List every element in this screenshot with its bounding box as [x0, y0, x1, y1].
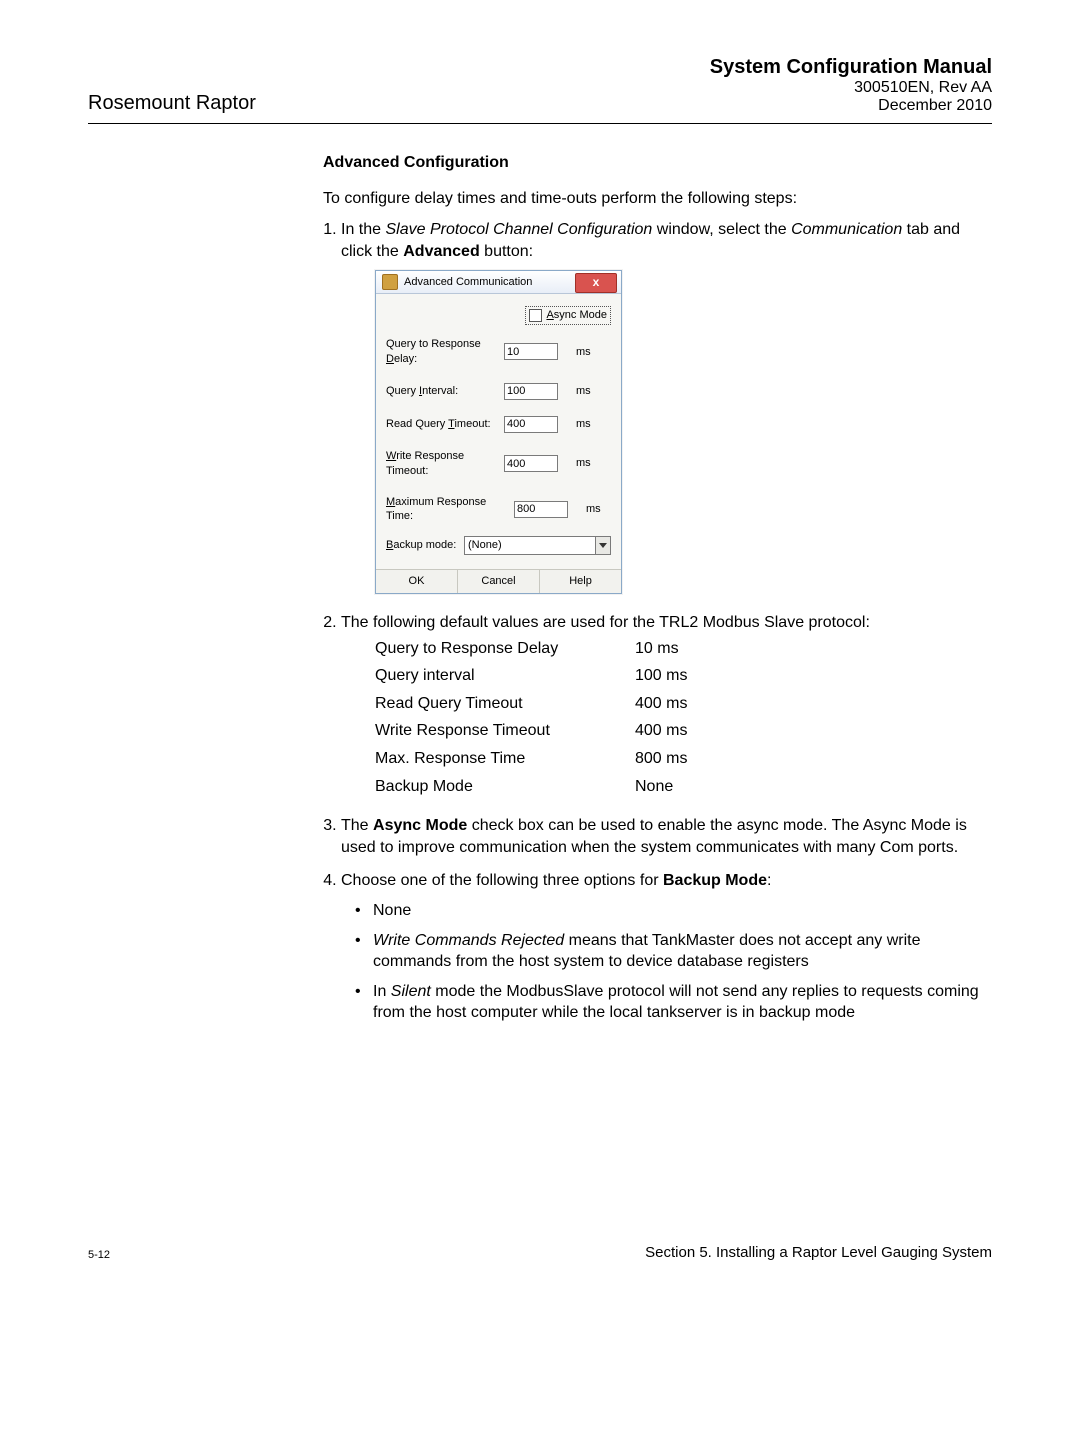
text: :: [767, 872, 771, 889]
table-row: Max. Response Time800 ms: [375, 748, 992, 770]
advanced-communication-dialog: Advanced Communication x AAsync Modesync…: [375, 270, 622, 594]
label: elay:: [394, 353, 417, 365]
text: The following default values are used fo…: [341, 614, 870, 631]
max-response-time-input[interactable]: [514, 501, 568, 518]
label: nterval:: [422, 385, 458, 397]
field-backup-mode: Backup mode: (None): [386, 536, 611, 555]
label: Read Query: [386, 418, 448, 430]
text: The: [341, 817, 373, 834]
steps-list: In the Slave Protocol Channel Configurat…: [341, 219, 992, 1024]
window-icon: [382, 274, 398, 290]
text-bold: Advanced: [403, 243, 479, 260]
param-value: 400 ms: [635, 693, 687, 715]
help-button[interactable]: Help: [540, 570, 621, 593]
text: button:: [480, 243, 533, 260]
text-italic: Communication: [791, 221, 902, 238]
table-row: Write Response Timeout400 ms: [375, 720, 992, 742]
close-button[interactable]: x: [575, 273, 617, 293]
section-heading: Advanced Configuration: [323, 152, 992, 174]
unit: ms: [576, 384, 591, 399]
field-query-response-delay: Query to Response Delay: ms: [386, 337, 611, 367]
param-name: Query to Response Delay: [375, 638, 635, 660]
label: Query: [386, 385, 419, 397]
unit: ms: [576, 417, 591, 432]
field-max-response-time: Maximum Response Time: ms: [386, 495, 611, 525]
intro-text: To configure delay times and time-outs p…: [323, 188, 992, 210]
step-3: The Async Mode check box can be used to …: [341, 815, 992, 858]
param-name: Backup Mode: [375, 776, 635, 798]
unit: ms: [576, 456, 591, 471]
param-value: 10 ms: [635, 638, 679, 660]
field-write-response-timeout: Write Response Timeout: ms: [386, 449, 611, 479]
text: mode the ModbusSlave protocol will not s…: [373, 983, 979, 1022]
text: Choose one of the following three option…: [341, 872, 663, 889]
dialog-title-text: Advanced Communication: [404, 275, 532, 290]
defaults-table: Query to Response Delay10 ms Query inter…: [375, 638, 992, 798]
param-name: Max. Response Time: [375, 748, 635, 770]
write-response-timeout-input[interactable]: [504, 455, 558, 472]
list-item: Write Commands Rejected means that TankM…: [355, 930, 992, 973]
step-1: In the Slave Protocol Channel Configurat…: [341, 219, 992, 594]
select-value: (None): [468, 538, 502, 553]
manual-title: System Configuration Manual: [710, 56, 992, 79]
cancel-button[interactable]: Cancel: [458, 570, 540, 593]
header-left: Rosemount Raptor: [88, 92, 256, 115]
hotkey: W: [386, 450, 396, 462]
hotkey: M: [386, 496, 395, 508]
header-rule: [88, 123, 992, 124]
text-italic: Slave Protocol Channel Configuration: [385, 221, 652, 238]
query-response-delay-input[interactable]: [504, 343, 558, 360]
chevron-down-icon: [595, 537, 610, 554]
dialog-titlebar: Advanced Communication x: [376, 271, 621, 294]
label: Query to Response: [386, 338, 481, 350]
table-row: Query interval100 ms: [375, 665, 992, 687]
label: rite Response Timeout:: [386, 450, 464, 477]
step-2: The following default values are used fo…: [341, 612, 992, 797]
field-read-query-timeout: Read Query Timeout: ms: [386, 416, 611, 433]
text: In: [373, 983, 391, 1000]
param-value: None: [635, 776, 673, 798]
list-item: In Silent mode the ModbusSlave protocol …: [355, 981, 992, 1024]
backup-mode-options: None Write Commands Rejected means that …: [355, 900, 992, 1024]
unit: ms: [576, 345, 591, 360]
text: window, select the: [652, 221, 791, 238]
label: imeout:: [454, 418, 490, 430]
footer-section: Section 5. Installing a Raptor Level Gau…: [645, 1244, 992, 1261]
doc-number: 300510EN, Rev AA: [710, 79, 992, 97]
query-interval-input[interactable]: [504, 383, 558, 400]
text: None: [373, 902, 411, 919]
checkbox-icon: [529, 309, 542, 322]
text-bold: Backup Mode: [663, 872, 767, 889]
list-item: None: [355, 900, 992, 922]
text: In the: [341, 221, 385, 238]
param-value: 400 ms: [635, 720, 687, 742]
label: aximum Response Time:: [386, 496, 486, 523]
text-italic: Write Commands Rejected: [373, 932, 564, 949]
page-number: 5-12: [88, 1249, 110, 1261]
param-name: Read Query Timeout: [375, 693, 635, 715]
param-name: Write Response Timeout: [375, 720, 635, 742]
field-query-interval: Query Interval: ms: [386, 383, 611, 400]
param-name: Query interval: [375, 665, 635, 687]
backup-mode-select[interactable]: (None): [464, 536, 611, 555]
text-italic: Silent: [391, 983, 431, 1000]
doc-date: December 2010: [710, 97, 992, 115]
header-right: System Configuration Manual 300510EN, Re…: [710, 56, 992, 115]
unit: ms: [586, 502, 601, 517]
ok-button[interactable]: OK: [376, 570, 458, 593]
step-4: Choose one of the following three option…: [341, 870, 992, 1024]
table-row: Backup ModeNone: [375, 776, 992, 798]
label: ackup mode:: [393, 539, 456, 551]
hotkey: D: [386, 353, 394, 365]
table-row: Read Query Timeout400 ms: [375, 693, 992, 715]
param-value: 800 ms: [635, 748, 687, 770]
async-mode-checkbox[interactable]: AAsync Modesync Mode: [525, 306, 611, 325]
text-bold: Async Mode: [373, 817, 467, 834]
table-row: Query to Response Delay10 ms: [375, 638, 992, 660]
read-query-timeout-input[interactable]: [504, 416, 558, 433]
param-value: 100 ms: [635, 665, 687, 687]
